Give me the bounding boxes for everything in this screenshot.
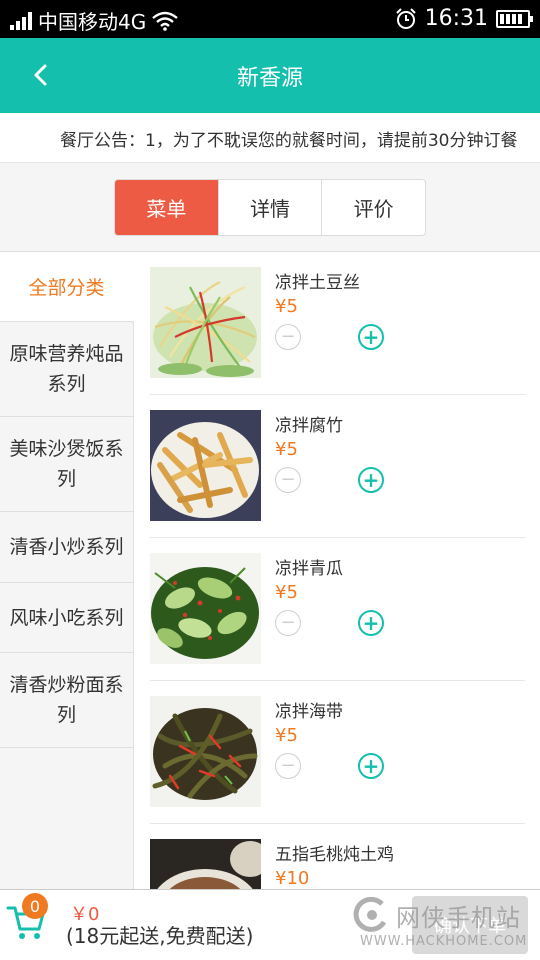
dish-image bbox=[150, 553, 261, 664]
tabs-area: 菜单 详情 评价 bbox=[0, 163, 540, 252]
category-sidebar: 全部分类 原味营养炖品系列 美味沙煲饭系列 清香小炒系列 风味小吃系列 清香炒粉… bbox=[0, 252, 134, 889]
menu-list: 凉拌土豆丝 ¥5 − + 凉拌腐竹 ¥5 − + 凉拌青瓜 ¥5 − + 凉拌海… bbox=[135, 252, 540, 889]
cart-count-badge: 0 bbox=[22, 893, 48, 919]
dish-price: ¥10 bbox=[275, 868, 310, 889]
dish-price: ¥5 bbox=[275, 439, 298, 460]
category-label: 清香小炒系列 bbox=[9, 536, 124, 558]
increase-button[interactable]: + bbox=[358, 467, 384, 493]
dish-price: ¥5 bbox=[275, 582, 298, 603]
category-item[interactable]: 清香小炒系列 bbox=[0, 512, 133, 583]
category-label: 清香炒粉面系列 bbox=[9, 674, 124, 726]
dish-image bbox=[150, 267, 261, 378]
tab-details[interactable]: 详情 bbox=[217, 180, 322, 235]
menu-item: 五指毛桃炖土鸡 ¥10 bbox=[150, 824, 525, 889]
category-item[interactable]: 风味小吃系列 bbox=[0, 583, 133, 653]
dish-image bbox=[150, 696, 261, 807]
dish-price: ¥5 bbox=[275, 296, 298, 317]
status-bar: 中国移动4G 16:31 bbox=[0, 0, 540, 38]
cart-bar: 0 ￥0 (18元起送,免费配送) 确认下单 bbox=[0, 889, 540, 960]
increase-button[interactable]: + bbox=[358, 324, 384, 350]
tab-menu[interactable]: 菜单 bbox=[115, 180, 218, 235]
alarm-clock-icon bbox=[395, 7, 416, 29]
decrease-button[interactable]: − bbox=[275, 753, 301, 779]
category-item[interactable]: 美味沙煲饭系列 bbox=[0, 417, 133, 512]
dish-name: 凉拌土豆丝 bbox=[275, 273, 360, 293]
menu-item: 凉拌海带 ¥5 − + bbox=[150, 681, 525, 824]
dish-name: 凉拌腐竹 bbox=[275, 416, 343, 436]
dish-image bbox=[150, 839, 261, 889]
category-item[interactable]: 原味营养炖品系列 bbox=[0, 322, 133, 417]
dish-name: 五指毛桃炖土鸡 bbox=[275, 845, 394, 865]
title-bar: 新香源 bbox=[0, 38, 540, 113]
notice-text: 餐厅公告：1，为了不耽误您的就餐时间，请提前30分钟订餐 bbox=[60, 131, 518, 151]
menu-item: 凉拌土豆丝 ¥5 − + bbox=[150, 252, 525, 395]
wifi-icon bbox=[152, 11, 179, 31]
tab-reviews[interactable]: 评价 bbox=[321, 180, 425, 235]
tab-group: 菜单 详情 评价 bbox=[114, 179, 426, 236]
carrier-label: 中国移动4G bbox=[38, 10, 147, 34]
confirm-order-button[interactable]: 确认下单 bbox=[412, 896, 528, 954]
signal-icon bbox=[10, 11, 32, 30]
menu-item: 凉拌青瓜 ¥5 − + bbox=[150, 538, 525, 681]
category-all[interactable]: 全部分类 bbox=[0, 252, 134, 322]
page-title: 新香源 bbox=[236, 66, 303, 91]
category-label: 美味沙煲饭系列 bbox=[9, 438, 124, 490]
category-label: 风味小吃系列 bbox=[9, 606, 124, 629]
dish-image bbox=[150, 410, 261, 521]
category-item[interactable]: 清香炒粉面系列 bbox=[0, 653, 133, 748]
dish-name: 凉拌青瓜 bbox=[275, 559, 343, 579]
dish-price: ¥5 bbox=[275, 725, 298, 746]
increase-button[interactable]: + bbox=[358, 610, 384, 636]
battery-icon bbox=[496, 9, 533, 28]
dish-name: 凉拌海带 bbox=[275, 702, 343, 722]
menu-item: 凉拌腐竹 ¥5 − + bbox=[150, 395, 525, 538]
notice-bar: 餐厅公告：1，为了不耽误您的就餐时间，请提前30分钟订餐 bbox=[0, 113, 540, 163]
decrease-button[interactable]: − bbox=[275, 467, 301, 493]
time-label: 16:31 bbox=[424, 6, 488, 31]
increase-button[interactable]: + bbox=[358, 753, 384, 779]
decrease-button[interactable]: − bbox=[275, 610, 301, 636]
category-label: 原味营养炖品系列 bbox=[9, 343, 124, 395]
decrease-button[interactable]: − bbox=[275, 324, 301, 350]
delivery-note: (18元起送,免费配送) bbox=[66, 924, 254, 948]
